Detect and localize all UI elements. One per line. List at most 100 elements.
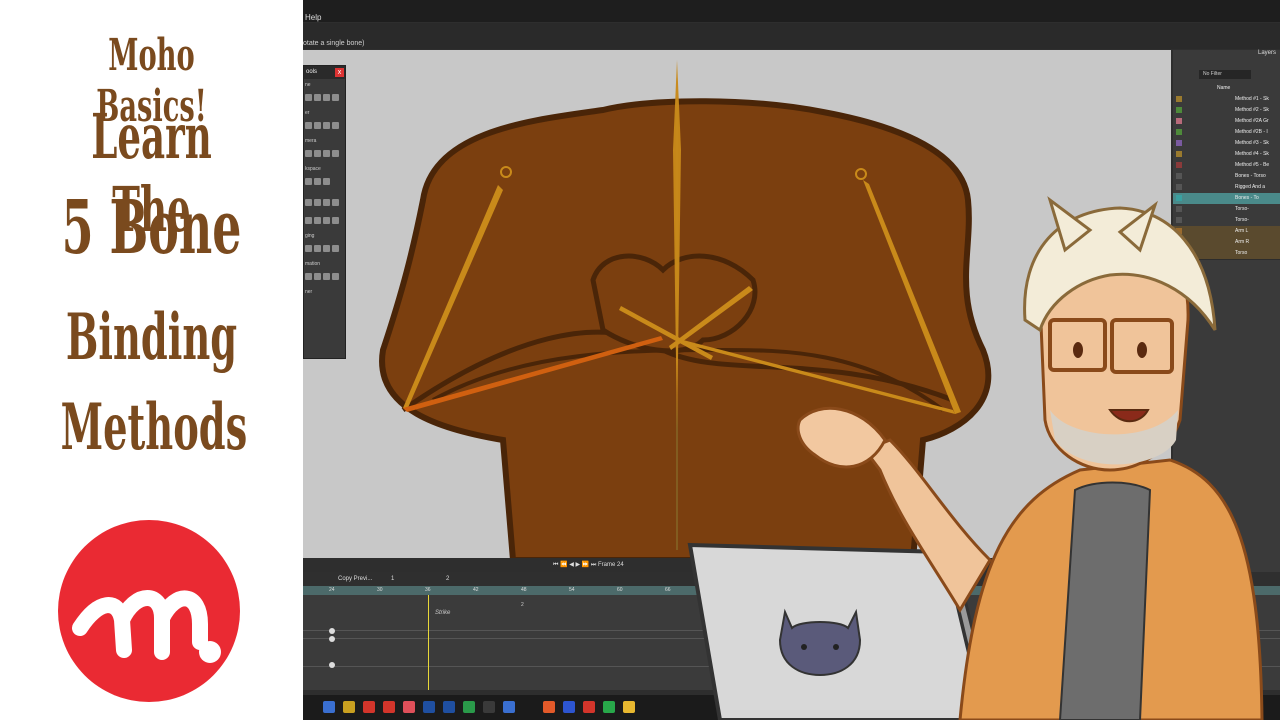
- title-line-5: Methods: [60, 390, 248, 465]
- timeline-ruler[interactable]: 24 30 36 42 48 54 60 66 108: [303, 586, 1280, 595]
- tools-section-workspace: kspace: [305, 166, 321, 172]
- layer-color-swatch: [1176, 162, 1182, 168]
- keyframe-label: Strike: [435, 610, 451, 616]
- tool-icon[interactable]: [332, 245, 339, 252]
- layer-color-swatch: [1176, 217, 1182, 223]
- menu-help[interactable]: Help: [305, 13, 321, 22]
- tool-icon[interactable]: [305, 94, 312, 101]
- tools-section-bone: ne: [305, 82, 311, 88]
- taskbar-app-icon[interactable]: [323, 701, 335, 713]
- tool-icon[interactable]: [323, 217, 330, 224]
- tools-section-camera: mera: [305, 138, 317, 144]
- keyframe-dot[interactable]: [329, 636, 335, 642]
- title-line-3: 5 Bone: [61, 185, 242, 271]
- layer-color-swatch: [1176, 239, 1182, 245]
- os-taskbar: [303, 695, 1280, 720]
- taskbar-app-icon[interactable]: [503, 701, 515, 713]
- tool-icon[interactable]: [314, 217, 321, 224]
- layer-color-swatch: [1176, 151, 1182, 157]
- tools-section-layer: er: [305, 110, 310, 116]
- frame-value[interactable]: 24: [617, 562, 624, 568]
- keyframe-dot[interactable]: [329, 628, 335, 634]
- layer-color-swatch: [1176, 129, 1182, 135]
- playback-controls: ⏮ ⏪ ◀ ▶ ⏩ ⏭ Frame 24: [553, 561, 673, 571]
- tool-icon[interactable]: [314, 94, 321, 101]
- tool-icon[interactable]: [332, 217, 339, 224]
- tool-icon[interactable]: [305, 199, 312, 206]
- ruler-tick-label: 30: [377, 587, 383, 593]
- taskbar-app-icon[interactable]: [563, 701, 575, 713]
- tool-icon[interactable]: [323, 178, 330, 185]
- taskbar-app-icon[interactable]: [423, 701, 435, 713]
- tools-palette: ools x ne er mera kspace ging mation ner: [303, 65, 346, 359]
- tool-icon[interactable]: [305, 150, 312, 157]
- tool-icon[interactable]: [305, 122, 312, 129]
- ruler-tick-label: 36: [425, 587, 431, 593]
- tool-icon[interactable]: [332, 122, 339, 129]
- tool-icon[interactable]: [305, 273, 312, 280]
- taskbar-app-icon[interactable]: [603, 701, 615, 713]
- tool-icon[interactable]: [323, 150, 330, 157]
- layer-color-swatch: [1176, 206, 1182, 212]
- tool-icon[interactable]: [314, 273, 321, 280]
- menu-bar: Help: [303, 0, 1280, 22]
- layers-panel-title: Layers: [1257, 50, 1276, 56]
- timeline-num-1[interactable]: 1: [391, 576, 394, 582]
- tools-section-rigging: ging: [305, 233, 315, 239]
- tool-icon[interactable]: [323, 245, 330, 252]
- ruler-tick-label: 24: [329, 587, 335, 593]
- tool-icon[interactable]: [314, 199, 321, 206]
- layer-filter-select[interactable]: No Filter: [1199, 70, 1251, 79]
- taskbar-app-icon[interactable]: [383, 701, 395, 713]
- keyframe-dot[interactable]: [329, 662, 335, 668]
- tool-icon[interactable]: [314, 178, 321, 185]
- ruler-tick-label: 54: [569, 587, 575, 593]
- tool-icon[interactable]: [332, 94, 339, 101]
- tool-icon[interactable]: [323, 94, 330, 101]
- ruler-tick-label: 108: [1001, 587, 1010, 593]
- current-frame-marker[interactable]: [428, 595, 429, 690]
- timeline-num-2[interactable]: 2: [446, 576, 449, 582]
- ruler-tick-label: 66: [665, 587, 671, 593]
- tool-icon[interactable]: [332, 199, 339, 206]
- taskbar-app-icon[interactable]: [443, 701, 455, 713]
- title-line-4: Binding: [65, 300, 238, 375]
- layer-color-swatch: [1176, 250, 1182, 256]
- layer-label: Method #5 - Be: [1235, 162, 1270, 168]
- taskbar-app-icon[interactable]: [623, 701, 635, 713]
- layer-row[interactable]: Torso: [1173, 248, 1280, 260]
- taskbar-app-icon[interactable]: [463, 701, 475, 713]
- layer-label: Arm R: [1235, 239, 1250, 245]
- taskbar-app-icon[interactable]: [483, 701, 495, 713]
- tool-icon[interactable]: [323, 122, 330, 129]
- layer-label: Method #1 - Sk: [1235, 96, 1269, 102]
- tool-icon[interactable]: [332, 273, 339, 280]
- layer-label: Torso-: [1235, 217, 1249, 223]
- status-text: otate a single bone): [303, 40, 365, 47]
- tool-icon[interactable]: [323, 199, 330, 206]
- tool-icon[interactable]: [314, 150, 321, 157]
- tool-icon[interactable]: [323, 273, 330, 280]
- layer-color-swatch: [1176, 228, 1182, 234]
- taskbar-app-icon[interactable]: [543, 701, 555, 713]
- close-palette-button[interactable]: x: [335, 68, 344, 77]
- taskbar-app-icon[interactable]: [343, 701, 355, 713]
- taskbar-app-icon[interactable]: [403, 701, 415, 713]
- play-button[interactable]: ⏮ ⏪ ◀ ▶ ⏩ ⏭: [553, 562, 598, 568]
- tool-icon[interactable]: [305, 217, 312, 224]
- tool-icon[interactable]: [314, 245, 321, 252]
- moho-app-window: Help otate a single bone) ools x ne er m…: [303, 0, 1280, 720]
- timeline-toolbar: Copy Previ... 1 2: [303, 572, 1280, 586]
- tool-options-bar: [303, 23, 1280, 49]
- layer-color-swatch: [1176, 184, 1182, 190]
- copy-previous-select[interactable]: Copy Previ...: [338, 576, 372, 582]
- layer-label: Method #4 - Sk: [1235, 151, 1269, 157]
- tool-icon[interactable]: [305, 178, 312, 185]
- taskbar-app-icon[interactable]: [583, 701, 595, 713]
- tool-icon[interactable]: [314, 122, 321, 129]
- tool-icon[interactable]: [305, 245, 312, 252]
- drawing-canvas[interactable]: [303, 50, 1171, 558]
- layer-label: Torso-: [1235, 206, 1249, 212]
- tool-icon[interactable]: [332, 150, 339, 157]
- taskbar-app-icon[interactable]: [363, 701, 375, 713]
